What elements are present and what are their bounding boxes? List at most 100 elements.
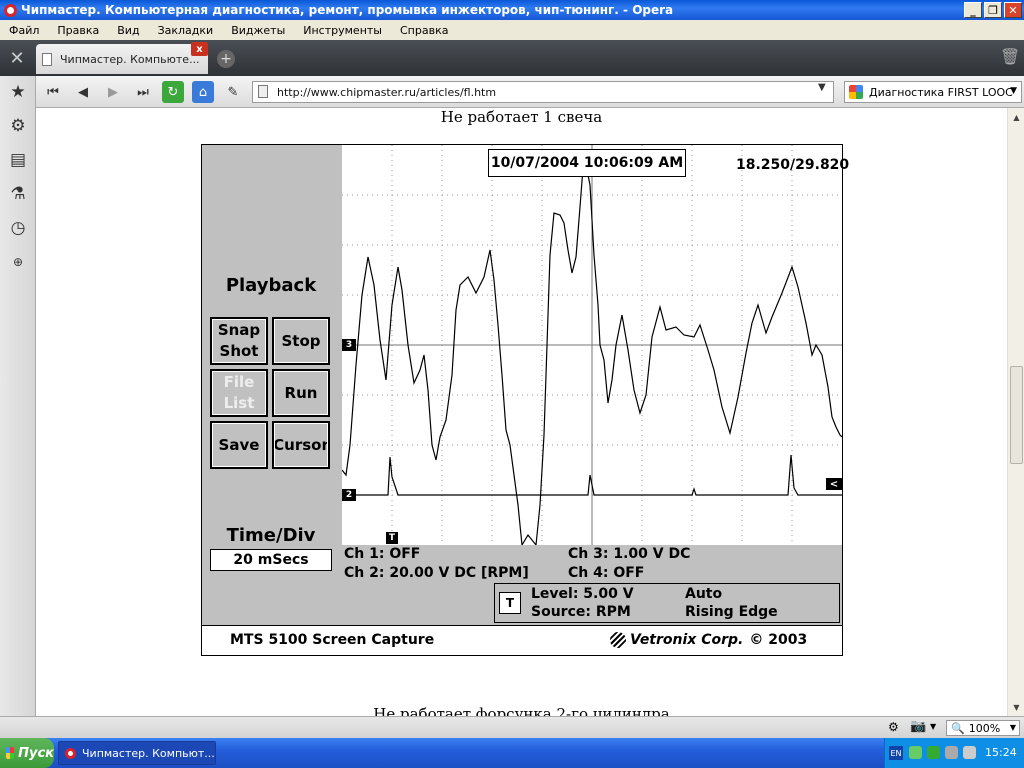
oscilloscope-capture: Playback Snap Shot Stop File List Run Sa…: [201, 144, 849, 656]
cursor-readout: 18.250/29.820: [736, 157, 850, 173]
channel-3-marker: 3: [342, 339, 356, 351]
address-url: http://www.chipmaster.ru/articles/fl.htm: [277, 85, 497, 99]
page-tools-icon[interactable]: ⚙: [888, 720, 899, 734]
rewind-icon[interactable]: ⏮: [42, 81, 64, 103]
capture-caption: MTS 5100 Screen Capture: [230, 632, 435, 648]
zoom-magnifier-icon: 🔍: [951, 721, 965, 735]
home-icon[interactable]: ⌂: [192, 81, 214, 103]
playback-label: Playback: [225, 275, 317, 296]
tray-app-icon[interactable]: [909, 746, 922, 759]
run-button: Run: [272, 369, 330, 417]
windows-taskbar: Пуск Чипмастер. Компьют... EN 15:24: [0, 738, 1024, 768]
scrollbar-thumb[interactable]: [1010, 366, 1023, 464]
settings-gear-icon[interactable]: ⚙: [6, 114, 30, 138]
history-clock-icon[interactable]: ◷: [6, 216, 30, 240]
next-article-heading: Не работает форсунка 2-го цилиндра: [373, 705, 670, 716]
tab-chipmaster[interactable]: Чипмастер. Компьюте...: [36, 44, 208, 74]
reload-icon[interactable]: ↻: [162, 81, 184, 103]
zoom-value: 100%: [968, 721, 1001, 735]
minimize-button[interactable]: _: [964, 2, 982, 18]
add-panel-icon[interactable]: ⊕: [6, 250, 30, 274]
trigger-icon: T: [499, 592, 521, 614]
camera-dropdown-icon[interactable]: ▼: [930, 722, 936, 731]
start-button[interactable]: Пуск: [0, 738, 54, 768]
menu-file[interactable]: Файл: [0, 24, 48, 37]
opera-logo-icon: [4, 3, 17, 17]
trigger-edge: Rising Edge: [685, 604, 778, 620]
snapshot-button: Snap Shot: [210, 317, 268, 365]
menu-tools[interactable]: Инструменты: [294, 24, 391, 37]
search-value: Диагностика FIRST LOOC: [869, 85, 1013, 99]
time-div-value: 20 mSecs: [210, 549, 332, 571]
cursor-button: Cursor: [272, 421, 330, 469]
close-window-button[interactable]: ✕: [1004, 2, 1022, 18]
stop-button: Stop: [272, 317, 330, 365]
volume-icon[interactable]: [963, 746, 976, 759]
trigger-position-marker: T: [386, 532, 398, 544]
system-clock: 15:24: [985, 746, 1017, 759]
capture-footer: MTS 5100 Screen Capture Vetronix Corp. ©…: [202, 625, 842, 655]
article-heading: Не работает 1 свеча: [440, 108, 603, 126]
window-title: Чипмастер. Компьютерная диагностика, рем…: [21, 3, 674, 17]
menu-help[interactable]: Справка: [391, 24, 457, 37]
search-field[interactable]: Диагностика FIRST LOOC ▼: [844, 81, 1022, 103]
taskbar-opera-window[interactable]: Чипмастер. Компьют...: [58, 741, 216, 765]
search-dropdown-icon[interactable]: ▼: [1010, 86, 1017, 96]
zoom-control[interactable]: 🔍 100% ▼: [946, 720, 1020, 736]
channel-2-status: Ch 2: 20.00 V DC [RPM]: [344, 565, 529, 581]
bookmarks-star-icon[interactable]: ★: [6, 80, 30, 104]
tools-icon[interactable]: ✕: [0, 40, 34, 76]
scope-control-panel: Playback Snap Shot Stop File List Run Sa…: [202, 145, 342, 625]
zoom-dropdown-icon[interactable]: ▼: [1010, 723, 1016, 732]
camera-icon[interactable]: 📷: [910, 719, 926, 734]
vertical-scrollbar[interactable]: ▲ ▼: [1007, 108, 1024, 716]
address-field[interactable]: http://www.chipmaster.ru/articles/fl.htm: [252, 81, 834, 103]
windows-icon[interactable]: ▤: [6, 148, 30, 172]
menu-bar: Файл Правка Вид Закладки Виджеты Инструм…: [0, 20, 1024, 40]
waveform-plot: 10/07/2004 10:06:09 AM 18.250/29.820 3 2…: [342, 145, 849, 545]
page-icon: [42, 52, 52, 66]
waveform-svg: [342, 145, 842, 545]
trigger-source: Source: RPM: [531, 604, 631, 620]
vetronix-logo-icon: [610, 632, 626, 648]
channel-2-marker: 2: [342, 489, 356, 501]
menu-view[interactable]: Вид: [108, 24, 148, 37]
tab-label: Чипмастер. Компьюте...: [60, 52, 200, 66]
restore-button[interactable]: ❐: [984, 2, 1002, 18]
trigger-mode: Auto: [685, 586, 723, 602]
network-icon[interactable]: [945, 746, 958, 759]
page-content: Не работает 1 свеча Playback Snap Shot S…: [36, 108, 1007, 716]
language-indicator[interactable]: EN: [889, 746, 903, 760]
file-list-button: File List: [210, 369, 268, 417]
vetronix-branding: Vetronix Corp. © 2003: [610, 632, 807, 648]
trigger-level-marker: <: [826, 478, 842, 490]
copyright-year: © 2003: [749, 632, 808, 648]
edit-icon[interactable]: ✎: [222, 81, 244, 103]
menu-widgets[interactable]: Виджеты: [222, 24, 294, 37]
system-tray: EN 15:24: [884, 738, 1024, 768]
title-bar: Чипмастер. Компьютерная диагностика, рем…: [0, 0, 1024, 20]
channel-4-status: Ch 4: OFF: [568, 565, 645, 581]
windows-logo-icon: [6, 747, 15, 759]
menu-bookmarks[interactable]: Закладки: [149, 24, 223, 37]
save-button: Save: [210, 421, 268, 469]
forward-icon[interactable]: ▶: [102, 81, 124, 103]
trash-icon[interactable]: 🗑: [1000, 47, 1020, 66]
scroll-up-icon[interactable]: ▲: [1010, 110, 1023, 124]
menu-edit[interactable]: Правка: [48, 24, 108, 37]
capture-datetime: 10/07/2004 10:06:09 AM: [488, 149, 686, 177]
vetronix-name: Vetronix Corp.: [630, 632, 744, 648]
tab-close-button[interactable]: x: [191, 42, 208, 56]
tray-app-icon[interactable]: [927, 746, 940, 759]
fast-forward-icon[interactable]: ⏭: [132, 81, 154, 103]
page-icon: [258, 85, 268, 98]
address-dropdown-icon[interactable]: ▼: [818, 82, 826, 93]
back-icon[interactable]: ◀: [72, 81, 94, 103]
transfers-icon[interactable]: ⚗: [6, 182, 30, 206]
opera-logo-icon: [65, 747, 76, 759]
google-icon: [849, 85, 863, 99]
channel-3-status: Ch 3: 1.00 V DC: [568, 546, 691, 562]
scroll-down-icon[interactable]: ▼: [1010, 700, 1023, 714]
status-bar: ⚙ 📷 ▼ 🔍 100% ▼: [0, 716, 1024, 738]
new-tab-button[interactable]: +: [217, 50, 235, 68]
